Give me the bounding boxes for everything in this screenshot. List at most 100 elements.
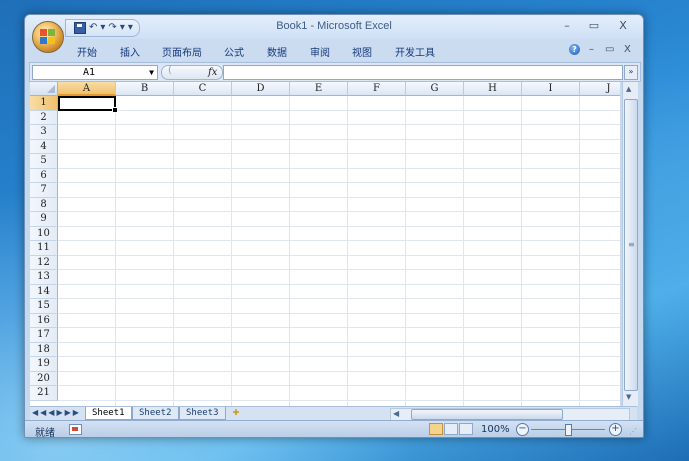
column-header[interactable]: A: [58, 82, 116, 96]
column-header[interactable]: C: [174, 82, 232, 96]
column-header[interactable]: F: [348, 82, 406, 96]
chevron-down-icon[interactable]: ▼: [149, 66, 154, 79]
expand-formula-bar-button[interactable]: »: [624, 65, 638, 80]
status-ready-text: 就绪: [35, 428, 55, 438]
page-layout-view-button[interactable]: [444, 423, 458, 435]
tab-data[interactable]: 数据: [267, 44, 287, 59]
row-header[interactable]: 3: [30, 125, 58, 140]
help-icon[interactable]: ?: [569, 44, 580, 55]
grip-icon: ≡: [628, 240, 635, 249]
row-header[interactable]: 15: [30, 299, 58, 314]
scroll-up-icon[interactable]: ▲: [626, 85, 631, 93]
row-header[interactable]: 5: [30, 154, 58, 169]
gridline-horizontal: [58, 153, 620, 154]
worksheet-grid[interactable]: A B C D E F G H I J 1 2 3 4 5 6 7 8 9 10 11 12 13 14 15 16 17 18 19 2…: [30, 82, 620, 406]
gridline-vertical: [521, 96, 522, 406]
sheet-tab-2[interactable]: Sheet2: [132, 407, 179, 420]
gridline-vertical: [231, 96, 232, 406]
normal-view-button[interactable]: [429, 423, 443, 435]
row-header[interactable]: 19: [30, 357, 58, 372]
formula-bar-divider: (: [168, 65, 172, 76]
select-all-button[interactable]: [30, 82, 58, 96]
gridline-vertical: [289, 96, 290, 406]
tab-formulas[interactable]: 公式: [224, 44, 244, 59]
workbook-close-button[interactable]: X: [624, 44, 631, 55]
column-header[interactable]: B: [116, 82, 174, 96]
office-button[interactable]: [32, 21, 64, 53]
row-header[interactable]: 2: [30, 110, 58, 125]
workbook-minimize-button[interactable]: –: [589, 44, 594, 55]
zoom-level[interactable]: 100%: [481, 424, 510, 435]
tab-review[interactable]: 审阅: [310, 44, 330, 59]
tab-developer[interactable]: 开发工具: [395, 44, 435, 59]
gridline-horizontal: [58, 356, 620, 357]
maximize-button[interactable]: ▭: [583, 19, 605, 32]
row-header[interactable]: 16: [30, 313, 58, 328]
status-bar: 就绪 100% − + ⋰: [25, 420, 643, 438]
sheet-tab-3[interactable]: Sheet3: [179, 407, 226, 420]
zoom-out-button[interactable]: −: [516, 423, 529, 436]
gridline-horizontal: [58, 196, 620, 198]
gridline-horizontal: [58, 225, 620, 227]
row-header[interactable]: 20: [30, 371, 58, 386]
name-box-value: A1: [83, 67, 96, 78]
formula-input[interactable]: [223, 65, 623, 80]
vertical-scrollbar[interactable]: ▲ ≡ ▼: [622, 82, 638, 406]
gridline-horizontal: [58, 385, 620, 386]
gridline-horizontal: [58, 211, 620, 212]
row-header[interactable]: 6: [30, 168, 58, 183]
row-header[interactable]: 13: [30, 270, 58, 285]
row-header[interactable]: 7: [30, 183, 58, 198]
insert-function-button[interactable]: fx: [208, 66, 217, 79]
tab-insert[interactable]: 插入: [120, 44, 140, 59]
horizontal-scroll-thumb[interactable]: [411, 409, 563, 420]
split-handle[interactable]: ◀: [393, 409, 399, 418]
scroll-down-icon[interactable]: ▼: [626, 393, 631, 401]
column-header[interactable]: H: [464, 82, 522, 96]
zoom-in-button[interactable]: +: [609, 423, 622, 436]
row-header[interactable]: 14: [30, 284, 58, 299]
row-header[interactable]: 4: [30, 139, 58, 154]
gridline-vertical: [405, 96, 406, 406]
row-header[interactable]: 18: [30, 342, 58, 357]
row-header[interactable]: 12: [30, 255, 58, 270]
row-header[interactable]: 9: [30, 212, 58, 227]
name-box[interactable]: A1 ▼: [32, 65, 158, 80]
insert-sheet-icon[interactable]: ✚: [229, 407, 243, 419]
row-header[interactable]: 21: [30, 386, 58, 401]
tab-view[interactable]: 视图: [352, 44, 372, 59]
gridline-horizontal: [58, 138, 620, 140]
tab-page-layout[interactable]: 页面布局: [162, 44, 202, 59]
tab-home[interactable]: 开始: [77, 44, 97, 59]
column-header[interactable]: G: [406, 82, 464, 96]
sheet-tab-1[interactable]: Sheet1: [85, 407, 132, 420]
workbook-restore-button[interactable]: ▭: [605, 44, 614, 55]
gridline-horizontal: [58, 341, 620, 343]
active-cell[interactable]: [58, 96, 116, 111]
column-header[interactable]: E: [290, 82, 348, 96]
column-header[interactable]: J: [580, 82, 620, 96]
column-header[interactable]: D: [232, 82, 290, 96]
page-break-view-button[interactable]: [459, 423, 473, 435]
zoom-slider-thumb[interactable]: [565, 424, 572, 436]
gridline-horizontal: [58, 399, 620, 401]
row-header[interactable]: 10: [30, 226, 58, 241]
resize-grip-icon[interactable]: ⋰: [629, 427, 637, 436]
column-header[interactable]: I: [522, 82, 580, 96]
gridline-horizontal: [58, 283, 620, 285]
row-header[interactable]: 8: [30, 197, 58, 212]
minimize-button[interactable]: –: [556, 19, 578, 32]
gridline-horizontal: [58, 298, 620, 299]
sheet-nav-arrows[interactable]: ◀◀◀▶▶▶: [32, 408, 81, 417]
gridline-horizontal: [58, 124, 620, 125]
close-button[interactable]: X: [612, 19, 634, 32]
row-header[interactable]: 11: [30, 241, 58, 256]
vertical-scroll-thumb[interactable]: ≡: [624, 99, 638, 391]
gridline-horizontal: [58, 269, 620, 270]
record-macro-icon[interactable]: [69, 424, 82, 435]
row-header[interactable]: 17: [30, 328, 58, 343]
fill-handle[interactable]: [112, 107, 118, 113]
window-title: Book1 - Microsoft Excel: [276, 20, 392, 32]
gridline-vertical: [115, 96, 116, 406]
row-header[interactable]: 1: [30, 96, 58, 111]
